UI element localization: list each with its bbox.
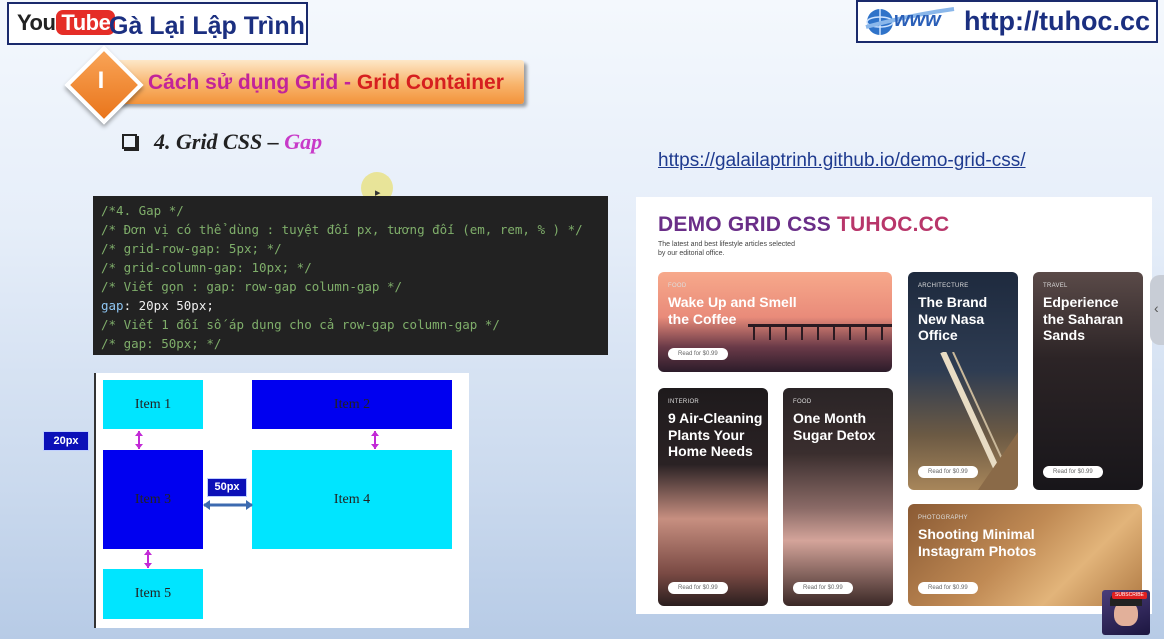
card-category: INTERIOR xyxy=(668,399,700,405)
section-number: I xyxy=(97,67,105,94)
card-title: The Brand New Nasa Office xyxy=(918,294,988,343)
checkbox-bullet-icon xyxy=(122,134,137,149)
column-gap-arrow-icon xyxy=(203,500,253,510)
grid-gap-diagram: Item 1 Item 2 Item 3 Item 4 Item 5 50px xyxy=(94,373,469,628)
code-line: /*4. Gap */ xyxy=(101,203,184,218)
column-gap-label: 50px xyxy=(207,478,247,497)
card-read-button[interactable]: Read for $0.99 xyxy=(668,582,728,594)
youtube-logo: You Tube xyxy=(17,10,116,36)
code-line: /* gap: 50px; */ xyxy=(101,336,222,351)
code-line: /* Viết 1 đối số áp dụng cho cả row-gap … xyxy=(101,317,500,332)
card-title: Shooting Minimal Instagram Photos xyxy=(918,526,1037,559)
card-read-button[interactable]: Read for $0.99 xyxy=(1043,466,1103,478)
avatar: SUBSCRIBE xyxy=(1102,590,1150,635)
demo-title: DEMO GRID CSS TUHOC.CC xyxy=(658,213,950,236)
site-url: http://tuhoc.cc xyxy=(964,6,1150,36)
card-read-button[interactable]: Read for $0.99 xyxy=(668,348,728,360)
article-card[interactable]: FOOD Wake Up and Smell the Coffee Read f… xyxy=(658,272,892,372)
card-category: FOOD xyxy=(668,283,687,289)
code-line: /* grid-column-gap: 10px; */ xyxy=(101,260,312,275)
grid-item-5: Item 5 xyxy=(103,569,203,619)
chevron-left-icon: ‹ xyxy=(1154,300,1159,316)
grid-item-4: Item 4 xyxy=(252,450,452,549)
card-title: Edperience the Saharan Sands xyxy=(1043,294,1124,343)
demo-grid-preview: DEMO GRID CSS TUHOC.CC The latest and be… xyxy=(636,197,1152,614)
card-category: ARCHITECTURE xyxy=(918,283,969,289)
card-read-button[interactable]: Read for $0.99 xyxy=(918,466,978,478)
card-category: FOOD xyxy=(793,399,812,405)
subheading: 4. Grid CSS – Gap xyxy=(154,129,323,154)
article-card[interactable]: ARCHITECTURE The Brand New Nasa Office R… xyxy=(908,272,1018,490)
article-card[interactable]: TRAVEL Edperience the Saharan Sands Read… xyxy=(1033,272,1143,490)
row-gap-arrow-icon xyxy=(371,431,379,449)
article-card[interactable]: INTERIOR 9 Air-Cleaning Plants Your Home… xyxy=(658,388,768,606)
code-line-gap: gap: 20px 50px; xyxy=(101,298,214,313)
subscribe-badge: SUBSCRIBE xyxy=(1112,592,1147,599)
channel-header-box: You Tube Gà Lại Lập Trình xyxy=(7,2,308,45)
demo-subtitle: The latest and best lifestyle articles s… xyxy=(658,241,795,257)
card-category: TRAVEL xyxy=(1043,283,1068,289)
card-title: Wake Up and Smell the Coffee xyxy=(668,294,797,327)
row-gap-arrow-icon xyxy=(144,550,152,568)
website-header-box: www http://tuhoc.cc xyxy=(856,0,1158,43)
row-gap-label: 20px xyxy=(43,431,89,451)
channel-name: Gà Lại Lập Trình xyxy=(109,12,305,40)
demo-link[interactable]: https://galailaptrinh.github.io/demo-gri… xyxy=(658,150,1026,172)
card-read-button[interactable]: Read for $0.99 xyxy=(793,582,853,594)
grid-item-2: Item 2 xyxy=(252,380,452,429)
code-line: /* Đơn vị có thể dùng : tuyệt đối px, tư… xyxy=(101,222,583,237)
grid-item-1: Item 1 xyxy=(103,380,203,429)
svg-text:www: www xyxy=(894,9,942,31)
code-line: /* Viết gọn : gap: row-gap column-gap */ xyxy=(101,279,403,294)
code-line: /* grid-row-gap: 5px; */ xyxy=(101,241,282,256)
card-title: One Month Sugar Detox xyxy=(793,410,876,443)
grid-item-3: Item 3 xyxy=(103,450,203,549)
card-category: PHOTOGRAPHY xyxy=(918,515,968,521)
section-title: Cách sử dụng Grid - Grid Container xyxy=(148,71,504,94)
row-gap-arrow-icon xyxy=(135,431,143,449)
www-globe-icon: www xyxy=(865,7,955,35)
article-card[interactable]: FOOD One Month Sugar Detox Read for $0.9… xyxy=(783,388,893,606)
card-title: 9 Air-Cleaning Plants Your Home Needs xyxy=(668,410,763,459)
card-read-button[interactable]: Read for $0.99 xyxy=(918,582,978,594)
code-block: /*4. Gap */ /* Đơn vị có thể dùng : tuyệ… xyxy=(93,196,608,355)
